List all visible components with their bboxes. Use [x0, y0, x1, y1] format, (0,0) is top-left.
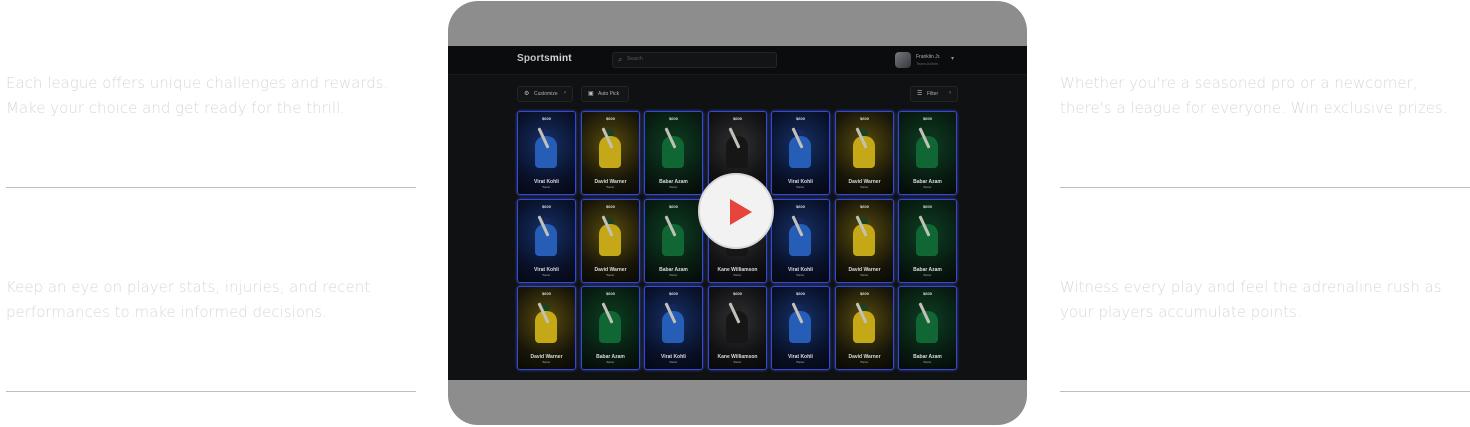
customize-icon: ⚙: [524, 91, 530, 97]
divider: [6, 187, 416, 188]
player-card[interactable]: $600 Babar Azam Batter: [581, 286, 640, 370]
player-role: Batter: [669, 273, 678, 277]
player-card[interactable]: $600Kane WilliamsonBatter: [708, 286, 767, 370]
feature-text: Each league offers unique challenges and…: [6, 74, 389, 117]
player-role: Batter: [796, 185, 805, 189]
player-card[interactable]: $600 David Warner Batter: [581, 199, 640, 283]
player-card[interactable]: $600 David Warner Batter: [835, 111, 894, 195]
app-topbar: Sportsmint ⌕ Search Franklin Jr. Team Ad…: [448, 46, 1027, 75]
player-role: Batter: [542, 360, 551, 364]
player-price: $600: [542, 116, 551, 121]
player-role: Batter: [923, 185, 932, 189]
play-button[interactable]: [698, 173, 774, 249]
player-role: Batter: [860, 273, 869, 277]
player-card[interactable]: $600 Virat Kohli Batter: [771, 199, 830, 283]
player-role: Batter: [923, 273, 932, 277]
player-price: $600: [860, 116, 869, 121]
player-price: $600: [796, 204, 805, 209]
player-card[interactable]: $600 David Warner Batter: [835, 286, 894, 370]
feature-text: Witness every play and feel the adrenali…: [1060, 278, 1442, 321]
app-logo: Sportsmint: [517, 53, 572, 64]
chevron-down-icon[interactable]: ▾: [951, 55, 954, 62]
player-price: $600: [796, 291, 805, 296]
player-role: Batter: [796, 360, 805, 364]
user-role: Team Admin: [916, 61, 939, 66]
player-role: Batter: [860, 360, 869, 364]
chevron-right-icon: ›: [949, 90, 951, 96]
video-player[interactable]: Sportsmint ⌕ Search Franklin Jr. Team Ad…: [448, 1, 1027, 425]
player-price: $600: [733, 116, 742, 121]
player-role: Batter: [606, 360, 615, 364]
player-price: $600: [860, 204, 869, 209]
player-role: Batter: [860, 185, 869, 189]
player-price: $600: [796, 116, 805, 121]
player-card[interactable]: $600 David Warner Batter: [835, 199, 894, 283]
user-name: Franklin Jr.: [916, 54, 941, 60]
player-price: $600: [542, 204, 551, 209]
player-role: Batter: [733, 273, 742, 277]
player-role: Batter: [542, 185, 551, 189]
filter-button[interactable]: ☰ Filter ›: [910, 86, 958, 102]
player-role: Batter: [733, 360, 742, 364]
player-price: $600: [606, 291, 615, 296]
player-price: $600: [923, 116, 932, 121]
player-card[interactable]: $600 Babar Azam Batter: [644, 111, 703, 195]
player-card[interactable]: $600 Virat Kohli Batter: [771, 286, 830, 370]
divider: [1060, 391, 1470, 392]
player-price: $600: [542, 291, 551, 296]
filter-label: Filter: [927, 91, 939, 97]
player-role: Batter: [606, 185, 615, 189]
player-card[interactable]: $600 Babar Azam Batter: [898, 111, 957, 195]
player-price: $600: [669, 116, 678, 121]
auto-pick-icon: ▣: [588, 91, 594, 97]
customize-button[interactable]: ⚙ Customize ›: [517, 86, 573, 102]
player-role: Batter: [606, 273, 615, 277]
divider: [6, 391, 416, 392]
player-role: Batter: [542, 273, 551, 277]
filter-icon: ☰: [917, 91, 923, 97]
search-placeholder: Search: [627, 56, 643, 62]
player-card[interactable]: $600 Virat Kohli Batter: [771, 111, 830, 195]
player-role: Batter: [669, 360, 678, 364]
player-card[interactable]: $600 Virat Kohli Batter: [517, 111, 576, 195]
feature-text: Whether you're a seasoned pro or a newco…: [1060, 74, 1448, 117]
avatar: [895, 52, 911, 68]
player-price: $600: [606, 204, 615, 209]
player-price: $600: [669, 204, 678, 209]
divider: [1060, 187, 1470, 188]
player-card[interactable]: $600 David Warner Batter: [517, 286, 576, 370]
player-card[interactable]: $600 Babar Azam Batter: [898, 199, 957, 283]
chevron-right-icon: ›: [564, 90, 566, 96]
player-card[interactable]: $600 Babar Azam Batter: [644, 199, 703, 283]
player-card[interactable]: $600 Virat Kohli Batter: [644, 286, 703, 370]
feature-text: Keep an eye on player stats, injuries, a…: [6, 278, 371, 321]
player-price: $600: [860, 291, 869, 296]
player-card[interactable]: $600 Babar Azam Batter: [898, 286, 957, 370]
search-icon: ⌕: [618, 55, 623, 64]
player-role: Batter: [923, 360, 932, 364]
player-price: $600: [733, 291, 742, 296]
player-card[interactable]: $600 Virat Kohli Batter: [517, 199, 576, 283]
auto-pick-button[interactable]: ▣ Auto Pick: [581, 86, 629, 102]
auto-pick-label: Auto Pick: [598, 91, 620, 97]
player-price: $600: [669, 291, 678, 296]
player-role: Batter: [669, 185, 678, 189]
user-menu[interactable]: Franklin Jr. Team Admin: [895, 52, 965, 68]
play-icon: [730, 199, 752, 225]
player-price: $600: [923, 204, 932, 209]
customize-label: Customize: [534, 91, 558, 97]
player-card[interactable]: $600 David Warner Batter: [581, 111, 640, 195]
player-price: $600: [923, 291, 932, 296]
player-price: $600: [606, 116, 615, 121]
search-input[interactable]: ⌕ Search: [612, 52, 777, 68]
player-role: Batter: [796, 273, 805, 277]
